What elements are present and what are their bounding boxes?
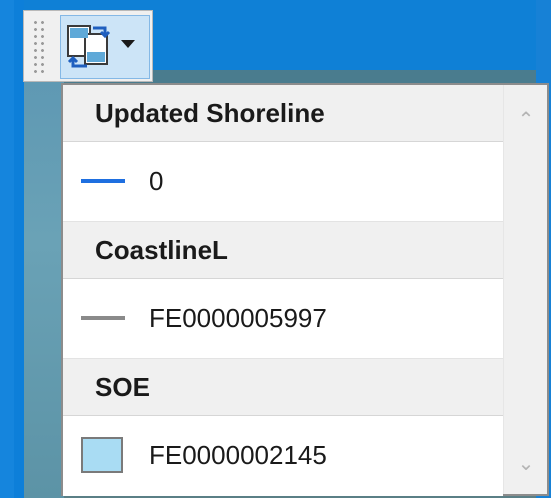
legend-toolbar	[23, 10, 153, 82]
legend-dropdown-panel: Updated Shoreline 0 CoastlineL FE0000005…	[61, 83, 549, 496]
legend-group-header: CoastlineL	[63, 222, 503, 279]
legend-group-title: CoastlineL	[95, 235, 228, 265]
legend-item[interactable]: 0	[63, 142, 503, 222]
legend-group-title: Updated Shoreline	[95, 98, 325, 128]
legend-group-header: Updated Shoreline	[63, 85, 503, 142]
toolbar-grip[interactable]	[32, 19, 46, 75]
line-swatch-icon	[81, 316, 125, 320]
map-strip	[24, 70, 64, 498]
legend-group-header: SOE	[63, 359, 503, 416]
legend-tool-button[interactable]	[60, 15, 150, 79]
scroll-down-icon[interactable]: ⌄	[514, 451, 538, 475]
legend-item[interactable]: FE0000002145	[63, 416, 503, 496]
fill-swatch-icon	[81, 437, 123, 473]
line-swatch-icon	[81, 179, 125, 183]
scroll-up-icon[interactable]: ⌃	[514, 107, 538, 131]
chevron-down-icon[interactable]	[121, 40, 135, 48]
legend-item-label: 0	[149, 166, 164, 196]
legend-item[interactable]: FE0000005997	[63, 279, 503, 359]
vertical-scrollbar[interactable]: ⌃ ⌄	[503, 85, 547, 494]
legend-list: Updated Shoreline 0 CoastlineL FE0000005…	[63, 85, 503, 496]
legend-item-label: FE0000005997	[149, 303, 327, 333]
swap-layers-icon	[67, 25, 111, 68]
legend-group-title: SOE	[95, 372, 150, 402]
legend-item-label: FE0000002145	[149, 440, 327, 470]
